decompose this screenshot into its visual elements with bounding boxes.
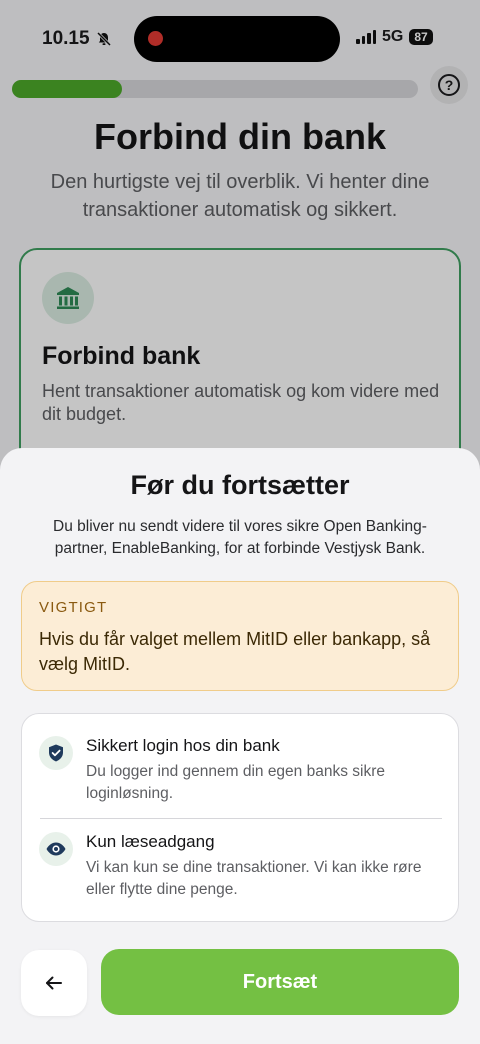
arrow-left-icon	[46, 976, 62, 990]
info-item-description: Vi kan kun se dine transaktioner. Vi kan…	[86, 859, 422, 898]
info-item-title: Sikkert login hos din bank	[86, 736, 280, 755]
important-text: Hvis du får valget mellem MitID eller ba…	[39, 629, 431, 674]
shield-check-icon	[49, 744, 63, 762]
before-you-continue-sheet: Før du fortsætter Du bliver nu sendt vid…	[0, 448, 480, 1044]
info-item-title: Kun læseadgang	[86, 832, 215, 851]
shield-check-icon-badge	[39, 736, 73, 770]
sheet-title: Før du fortsætter	[130, 470, 350, 500]
info-item-description: Du logger ind gennem din egen banks sikr…	[86, 763, 385, 802]
important-notice: VIGTIGT Hvis du får valget mellem MitID …	[21, 581, 459, 691]
important-label: VIGTIGT	[39, 599, 108, 616]
eye-icon-badge	[39, 832, 73, 866]
back-button[interactable]	[21, 950, 87, 1016]
security-info-card: Sikkert login hos din bank Du logger ind…	[21, 713, 459, 922]
sheet-description: Du bliver nu sendt videre til vores sikr…	[53, 518, 427, 557]
divider	[40, 818, 442, 819]
eye-icon	[46, 842, 66, 856]
continue-button[interactable]: Fortsæt	[101, 949, 459, 1015]
